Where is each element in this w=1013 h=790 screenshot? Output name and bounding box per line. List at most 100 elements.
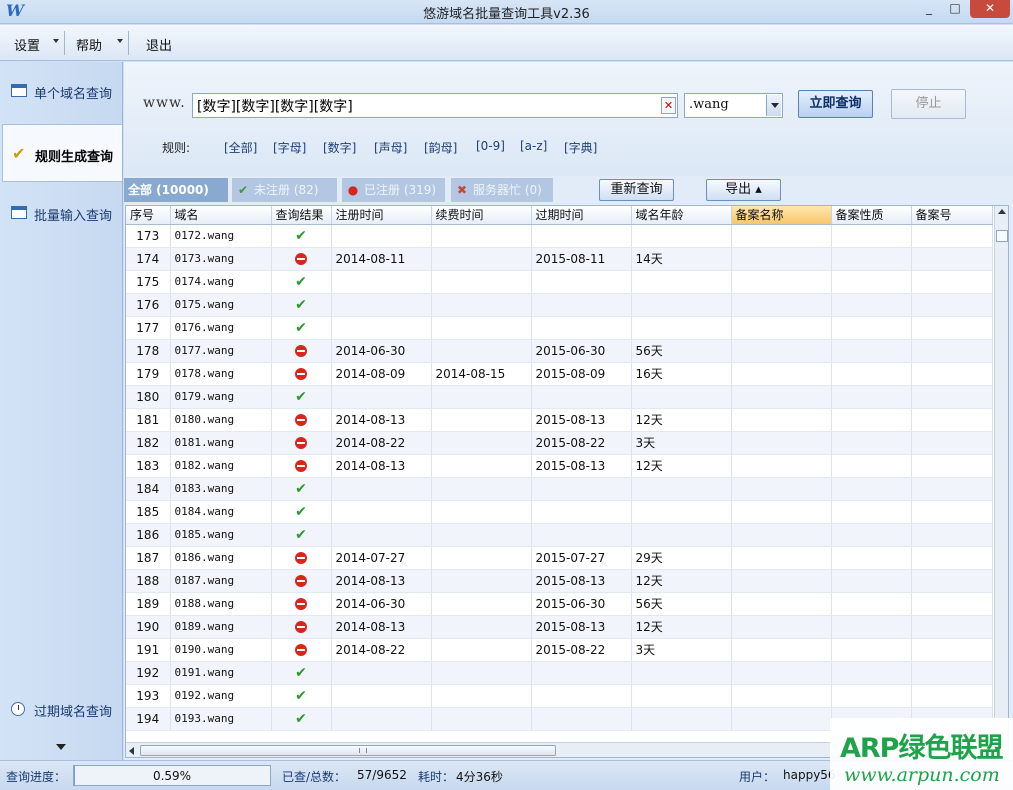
rule-digit[interactable]: [数字] [323, 139, 356, 156]
cell-expire-date: 2015-08-13 [531, 408, 632, 432]
sidebar-item-single-query[interactable]: 单个域名查询 [2, 62, 122, 120]
chevron-down-icon[interactable] [117, 39, 123, 43]
table-row[interactable]: 189 0188.wang 2014-06-30 2015-06-30 56天 [126, 592, 993, 616]
rule-initial[interactable]: [声母] [374, 139, 407, 156]
rule-a-z[interactable]: [a-z] [520, 139, 547, 153]
no-entry-icon: ● [347, 183, 359, 197]
cell-expire-date [531, 500, 632, 524]
vertical-scrollbar[interactable] [994, 206, 1008, 742]
cell-reg-date: 2014-08-22 [331, 638, 432, 662]
table-row[interactable]: 180 0179.wang ✔ [126, 385, 993, 409]
table-row[interactable]: 173 0172.wang ✔ [126, 224, 993, 248]
table-row[interactable]: 178 0177.wang 2014-06-30 2015-06-30 56天 [126, 339, 993, 363]
tab-server-busy[interactable]: ✖ 服务器忙 (0) [451, 178, 553, 202]
cell-icp-type [831, 362, 912, 386]
cell-reg-date: 2014-08-13 [331, 454, 432, 478]
close-button[interactable]: ✕ [970, 0, 1010, 18]
domain-pattern-input[interactable] [192, 93, 678, 118]
scroll-down-icon[interactable] [56, 744, 66, 750]
cell-reg-date: 2014-08-13 [331, 408, 432, 432]
table-row[interactable]: 174 0173.wang 2014-08-11 2015-08-11 14天 [126, 247, 993, 271]
table-row[interactable]: 182 0181.wang 2014-08-22 2015-08-22 3天 [126, 431, 993, 455]
cell-renew-date [431, 270, 532, 294]
menu-settings[interactable]: 设置 [14, 35, 40, 54]
table-row[interactable]: 185 0184.wang ✔ [126, 500, 993, 524]
cell-seq: 193 [126, 684, 171, 708]
cell-renew-date [431, 339, 532, 363]
cell-domain: 0176.wang [170, 316, 272, 340]
column-header[interactable]: 注册时间 [331, 206, 432, 225]
rule-letter[interactable]: [字母] [273, 139, 306, 156]
cell-renew-date [431, 569, 532, 593]
scroll-up-icon[interactable] [998, 209, 1006, 214]
column-header[interactable]: 域名 [170, 206, 272, 225]
cell-icp-number [911, 684, 993, 708]
query-now-button[interactable]: 立即查询 [798, 90, 873, 118]
cell-seq: 182 [126, 431, 171, 455]
cell-renew-date [431, 638, 532, 662]
sidebar-item-rule-query[interactable]: ✔ 规则生成查询 [2, 124, 122, 182]
registered-no-entry-icon [295, 575, 307, 587]
cell-age: 29天 [631, 546, 732, 570]
cell-age: 14天 [631, 247, 732, 271]
cell-icp-number [911, 546, 993, 570]
cell-icp-type [831, 224, 912, 248]
column-header[interactable]: 备案号 [911, 206, 993, 225]
table-row[interactable]: 181 0180.wang 2014-08-13 2015-08-13 12天 [126, 408, 993, 432]
chevron-down-icon[interactable] [53, 39, 59, 43]
table-row[interactable]: 188 0187.wang 2014-08-13 2015-08-13 12天 [126, 569, 993, 593]
scroll-left-icon[interactable] [129, 747, 134, 755]
stop-button[interactable]: 停止 [891, 89, 966, 119]
chevron-down-icon[interactable] [766, 95, 781, 116]
available-check-icon: ✔ [295, 480, 307, 497]
table-row[interactable]: 179 0178.wang 2014-08-09 2014-08-15 2015-08-… [126, 362, 993, 386]
table-row[interactable]: 175 0174.wang ✔ [126, 270, 993, 294]
column-header[interactable]: 查询结果 [271, 206, 332, 225]
export-button[interactable]: 导出 ▴ [706, 179, 781, 201]
cell-seq: 189 [126, 592, 171, 616]
cell-seq: 183 [126, 454, 171, 478]
rule-dictionary[interactable]: [字典] [564, 139, 597, 156]
menu-exit[interactable]: 退出 [146, 35, 172, 54]
tab-unregistered[interactable]: ✔ 未注册 (82) [232, 178, 337, 202]
column-header[interactable]: 域名年龄 [631, 206, 732, 225]
menu-help[interactable]: 帮助 [76, 35, 102, 54]
rule-0-9[interactable]: [0-9] [476, 139, 505, 153]
minimize-button[interactable]: _ [916, 0, 942, 18]
table-row[interactable]: 192 0191.wang ✔ [126, 661, 993, 685]
cell-icp-type [831, 569, 912, 593]
cell-result: ✔ [271, 293, 332, 317]
sidebar-item-label: 过期域名查询 [34, 705, 113, 720]
tld-select[interactable]: .wang [684, 93, 783, 118]
column-header[interactable]: 备案性质 [831, 206, 912, 225]
rule-final[interactable]: [韵母] [424, 139, 457, 156]
sidebar-item-expired-query[interactable]: 过期域名查询 [2, 680, 122, 738]
table-row[interactable]: 177 0176.wang ✔ [126, 316, 993, 340]
requery-button[interactable]: 重新查询 [599, 179, 674, 201]
cell-reg-date [331, 316, 432, 340]
scroll-thumb[interactable] [996, 230, 1008, 242]
table-row[interactable]: 184 0183.wang ✔ [126, 477, 993, 501]
column-header[interactable]: 续费时间 [431, 206, 532, 225]
table-row[interactable]: 183 0182.wang 2014-08-13 2015-08-13 12天 [126, 454, 993, 478]
table-row[interactable]: 186 0185.wang ✔ [126, 523, 993, 547]
tab-registered[interactable]: ● 已注册 (319) [342, 178, 445, 202]
table-row[interactable]: 176 0175.wang ✔ [126, 293, 993, 317]
cell-seq: 174 [126, 247, 171, 271]
cell-domain: 0179.wang [170, 385, 272, 409]
tab-all[interactable]: 全部 (10000) [124, 178, 228, 202]
table-row[interactable]: 193 0192.wang ✔ [126, 684, 993, 708]
table-row[interactable]: 187 0186.wang 2014-07-27 2015-07-27 29天 [126, 546, 993, 570]
rule-all[interactable]: [全部] [224, 139, 257, 156]
cell-icp-number [911, 408, 993, 432]
cell-seq: 181 [126, 408, 171, 432]
scroll-thumb[interactable] [140, 745, 556, 756]
clear-icon[interactable]: ✕ [661, 97, 676, 114]
sidebar-item-batch-query[interactable]: 批量输入查询 [2, 184, 122, 242]
column-header[interactable]: 序号 [126, 206, 171, 225]
table-row[interactable]: 190 0189.wang 2014-08-13 2015-08-13 12天 [126, 615, 993, 639]
column-header[interactable]: 过期时间 [531, 206, 632, 225]
table-row[interactable]: 191 0190.wang 2014-08-22 2015-08-22 3天 [126, 638, 993, 662]
maximize-button[interactable]: □ [942, 0, 968, 18]
column-header[interactable]: 备案名称 [731, 206, 832, 225]
